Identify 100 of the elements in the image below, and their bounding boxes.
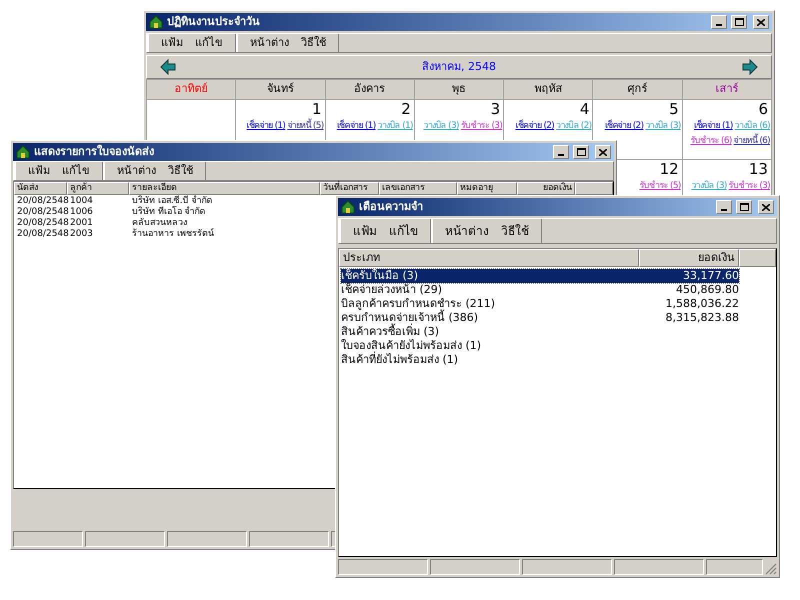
window-title: ปฏิทินงานประจำวัน: [167, 14, 260, 30]
app-icon: [341, 200, 355, 214]
resize-grip-icon[interactable]: [765, 563, 777, 575]
close-icon: [762, 204, 770, 210]
table-cell-text: 1004: [69, 196, 94, 207]
reminder-row[interactable]: เช็คจ่ายล่วงหน้า (29) 450,869.80: [341, 283, 739, 297]
close-button[interactable]: [758, 200, 774, 214]
status-panel: [706, 559, 763, 575]
column-header[interactable]: ลูกค้า: [67, 182, 129, 195]
minimize-button[interactable]: [711, 15, 727, 29]
column-header[interactable]: นัดส่ง: [14, 182, 67, 195]
reminder-type: สินค้าที่ยังไม่พร้อมส่ง (1): [341, 353, 460, 367]
menu-item[interactable]: แก้ไข: [389, 222, 418, 240]
previous-month-button[interactable]: [159, 58, 177, 76]
menu-item[interactable]: หน้าต่าง: [117, 162, 156, 180]
close-button[interactable]: [753, 15, 769, 29]
column-header[interactable]: ยอดเงิน: [517, 182, 575, 195]
menu-item[interactable]: แฟ้ม: [28, 162, 50, 180]
column-header[interactable]: เลขเอกสาร: [379, 182, 457, 195]
maximize-button[interactable]: [736, 200, 752, 214]
menu-item[interactable]: แฟ้ม: [161, 34, 183, 52]
right-arrow-icon: [742, 59, 758, 75]
close-button[interactable]: [595, 145, 611, 159]
table-cell-text: 20/08/2548: [16, 207, 67, 218]
reminder-row[interactable]: บิลลูกค้าครบกำหนดชำระ (211) 1,588,036.22: [341, 297, 739, 311]
table-cell-text: บริษัท เอส.ซี.บี จำกัด: [131, 196, 214, 206]
calendar-entry-link[interactable]: เช็คจ่าย (1): [336, 119, 376, 134]
weekday-label: อาทิตย์: [174, 81, 208, 98]
app-icon: [149, 15, 163, 29]
close-icon: [599, 148, 607, 156]
reminder-row[interactable]: เช็ครับในมือ (3) 33,177.60: [341, 269, 739, 283]
calendar-entry-link[interactable]: เช็คจ่าย (1): [694, 119, 733, 134]
day-number: 2: [401, 100, 412, 119]
minimize-button[interactable]: [716, 200, 732, 214]
reminder-type: สินค้าควรซื้อเพิ่ม (3): [341, 325, 440, 339]
weekday-label: เสาร์: [715, 81, 738, 98]
menu-item[interactable]: หน้าต่าง: [250, 34, 289, 52]
minimize-button[interactable]: [553, 145, 569, 159]
reminder-type: ใบจองสินค้ายังไม่พร้อมส่ง (1): [341, 339, 482, 352]
table-cell-text: 20/08/2548: [16, 218, 67, 229]
day-number: 3: [490, 100, 502, 119]
column-header[interactable]: ยอดเงิน: [639, 249, 739, 267]
next-month-button[interactable]: [741, 58, 759, 76]
calendar-entry-link[interactable]: จ่ายหนี้ (5): [287, 119, 324, 134]
calendar-entry-link[interactable]: เช็คจ่าย (1): [246, 119, 286, 134]
reminder-row[interactable]: ครบกำหนดจ่ายเจ้าหนี้ (386) 8,315,823.88: [341, 311, 739, 325]
table-cell-text: 2001: [69, 218, 94, 229]
column-header[interactable]: รายละเอียด: [129, 182, 320, 195]
maximize-button[interactable]: [573, 145, 589, 159]
menu-item[interactable]: แก้ไข: [62, 162, 90, 180]
column-header[interactable]: ประเภท: [339, 249, 639, 267]
menu-item[interactable]: วิธีใช้: [168, 162, 193, 180]
menu-item[interactable]: หน้าต่าง: [445, 222, 489, 240]
maximize-button[interactable]: [731, 15, 747, 29]
window-title: แสดงรายการใบจองนัดส่ง: [34, 144, 154, 160]
table-cell-text: 2003: [69, 229, 94, 240]
month-label: สิงหาคม, 2548: [422, 58, 496, 75]
day-number: 6: [758, 100, 769, 119]
calendar-entry-link[interactable]: รับชำระ (3): [728, 179, 770, 194]
calendar-entry-link[interactable]: รับชำระ (3): [460, 119, 502, 134]
menu-item[interactable]: แก้ไข: [195, 34, 223, 52]
table-cell-text: บริษัท ทีเอโอ จำกัด: [131, 207, 207, 218]
minimize-icon: [716, 24, 722, 26]
minimize-icon: [721, 209, 727, 211]
reminder-type: เช็คจ่ายล่วงหน้า (29): [341, 283, 444, 297]
calendar-entry-link[interactable]: รับชำระ (5): [639, 179, 681, 194]
table-cell-text: 20/08/2548: [16, 229, 67, 240]
day-number: 4: [580, 100, 590, 119]
calendar-entry-link[interactable]: เช็คจ่าย (2): [515, 119, 554, 134]
reminder-row[interactable]: ใบจองสินค้ายังไม่พร้อมส่ง (1): [341, 339, 739, 353]
weekday-label: จันทร์: [266, 81, 294, 98]
reminder-row[interactable]: สินค้าควรซื้อเพิ่ม (3): [341, 325, 739, 339]
column-header[interactable]: หมดอายุ: [457, 182, 517, 195]
weekday-label: ศุกร์: [628, 81, 648, 98]
close-icon: [757, 18, 765, 26]
reminder-amount: 8,315,823.88: [664, 311, 739, 325]
reminder-row[interactable]: สินค้าที่ยังไม่พร้อมส่ง (1): [341, 353, 739, 367]
reminder-type: เช็ครับในมือ (3): [341, 269, 420, 282]
left-arrow-icon: [160, 59, 176, 75]
table-cell-text: 20/08/2548: [16, 196, 67, 207]
app-icon: [16, 145, 30, 159]
calendar-entry-link[interactable]: จ่ายหนี้ (6): [734, 134, 770, 149]
reminder-amount: 33,177.60: [682, 269, 739, 283]
day-number: 13: [748, 160, 769, 179]
window-title: เตือนความจำ: [359, 198, 423, 215]
maximize-icon: [734, 18, 744, 26]
menu-item[interactable]: วิธีใช้: [501, 222, 529, 240]
calendar-entry-link[interactable]: รับชำระ (6): [690, 134, 732, 149]
menu-item[interactable]: วิธีใช้: [301, 34, 326, 52]
weekday-label: อังคาร: [354, 81, 386, 98]
maximize-icon: [576, 148, 586, 156]
table-cell-text: ร้านอาหาร เพชรรัตน์: [131, 229, 215, 240]
table-cell-text: คลับสวนหลวง: [131, 218, 188, 228]
day-number: 12: [660, 160, 680, 179]
calendar-entry-link[interactable]: เช็คจ่าย (2): [604, 119, 644, 134]
table-cell-text: 1006: [69, 207, 94, 218]
column-header[interactable]: วันที่เอกสาร: [320, 182, 379, 195]
day-number: 5: [669, 100, 680, 119]
menu-item[interactable]: แฟ้ม: [353, 222, 377, 240]
weekday-label: พุธ: [452, 81, 466, 98]
